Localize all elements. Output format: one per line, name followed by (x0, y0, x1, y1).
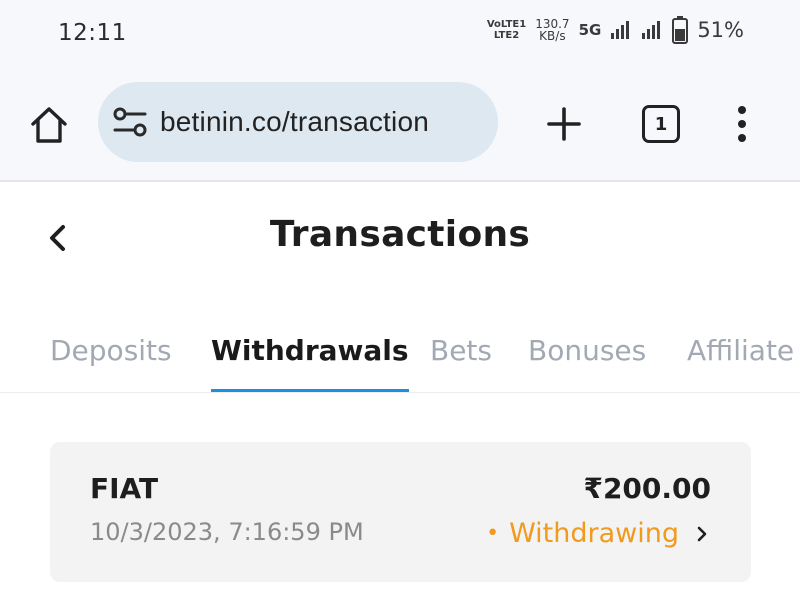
page-title: Transactions (269, 214, 531, 255)
transaction-status[interactable]: • Withdrawing (486, 518, 709, 549)
tab-affiliate[interactable]: Affiliate (687, 334, 794, 392)
tab-deposits[interactable]: Deposits (50, 334, 172, 392)
status-icons: VoLTE1 LTE2 130.7 KB/s 5G 51% (487, 16, 744, 44)
tab-withdrawals[interactable]: Withdrawals (211, 334, 409, 392)
volte-label: VoLTE1 (486, 19, 527, 30)
status-time: 12:11 (58, 20, 127, 46)
new-tab-icon[interactable] (544, 104, 584, 144)
url-text[interactable]: betinin.co/transaction (160, 106, 429, 138)
overflow-menu-icon[interactable] (730, 104, 754, 144)
network-type: 5G (578, 21, 602, 39)
status-bar: 12:11 VoLTE1 LTE2 130.7 KB/s 5G 51% (0, 0, 800, 68)
status-label: Withdrawing (509, 518, 679, 549)
address-bar[interactable]: betinin.co/transaction (98, 82, 498, 162)
status-dot-icon: • (486, 521, 500, 546)
signal-strength-2-icon (642, 21, 661, 39)
page-header: Transactions (0, 182, 800, 292)
speed-unit: KB/s (539, 29, 566, 43)
battery-percent: 51% (697, 18, 744, 42)
lte-label: LTE2 (493, 30, 520, 41)
home-icon[interactable] (28, 104, 70, 146)
transaction-amount: ₹200.00 (583, 472, 711, 505)
browser-toolbar: betinin.co/transaction 1 (0, 68, 800, 182)
network-speed: 130.7 KB/s (535, 18, 569, 42)
transaction-card[interactable]: FIAT 10/3/2023, 7:16:59 PM ₹200.00 • Wit… (50, 442, 751, 582)
transaction-type: FIAT (90, 472, 159, 505)
battery-icon (672, 16, 689, 44)
screen: 12:11 VoLTE1 LTE2 130.7 KB/s 5G 51% beti… (0, 0, 800, 590)
transaction-date: 10/3/2023, 7:16:59 PM (90, 518, 364, 546)
tab-bonuses[interactable]: Bonuses (528, 334, 646, 392)
tab-bets[interactable]: Bets (430, 334, 492, 392)
transaction-tabs: Deposits Withdrawals Bets Bonuses Affili… (0, 320, 800, 393)
tab-switcher-button[interactable]: 1 (642, 105, 680, 143)
volte-indicator: VoLTE1 LTE2 (487, 19, 526, 41)
chevron-right-icon (697, 526, 707, 541)
signal-strength-icon (611, 21, 630, 39)
site-settings-icon[interactable] (112, 104, 148, 140)
